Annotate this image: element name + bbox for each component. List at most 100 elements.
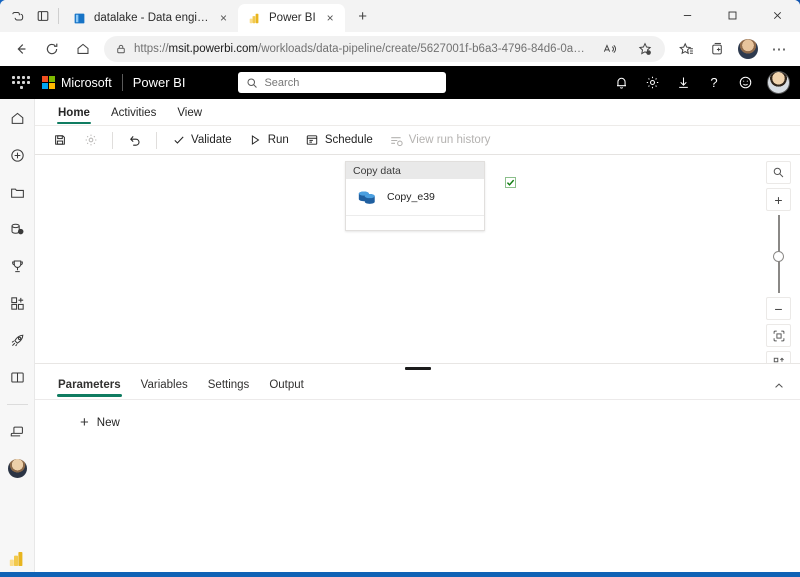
auto-layout-icon[interactable] [766,351,791,363]
product-name[interactable]: Power BI [133,75,186,90]
save-icon [52,133,67,148]
status-badge [505,177,516,188]
close-button[interactable] [755,0,800,30]
browser-tab-datalake[interactable]: datalake - Data engineering × [63,4,238,32]
tab-view[interactable]: View [168,104,211,124]
search-placeholder: Search [264,76,300,89]
microsoft-logo[interactable]: Microsoft [42,76,112,90]
tab-title: datalake - Data engineering [94,12,209,24]
browser-tab-powerbi[interactable]: Power BI × [238,4,345,32]
sidebar-item-learn[interactable] [7,367,28,388]
zoom-slider[interactable] [766,215,791,293]
sidebar-item-onelake-data-hub[interactable] [7,219,28,240]
run-history-icon [389,133,404,148]
browser-tab-strip: datalake - Data engineering × Power BI ×… [0,0,800,32]
notifications-bell-icon[interactable] [612,74,630,92]
tab-divider [58,8,59,24]
download-icon[interactable] [674,74,692,92]
copilot-icon[interactable] [4,3,30,29]
pipeline-canvas-area[interactable]: Copy data Copy_e39 + − [35,155,800,363]
new-tab-button[interactable]: + [350,3,376,29]
add-favorite-icon[interactable] [631,36,659,62]
sidebar-item-apps[interactable] [7,293,28,314]
browser-settings-more-button[interactable]: ⋯ [765,36,793,62]
schedule-label: Schedule [324,134,373,146]
refresh-icon[interactable] [38,36,66,62]
view-run-history-label: View run history [408,134,491,146]
rail-separator [6,404,28,405]
activity-node-copy-data[interactable]: Copy data Copy_e39 [345,161,516,231]
sidebar-item-deployment-pipelines[interactable] [7,330,28,351]
rail-bottom [0,550,34,568]
undo-button[interactable] [120,128,149,152]
new-parameter-label: New [96,416,120,429]
window-controls [665,0,800,30]
sidebar-item-workspaces[interactable] [7,421,28,442]
fit-to-screen-icon[interactable] [766,324,791,347]
gear-icon [83,133,98,148]
pipeline-canvas[interactable]: Copy data Copy_e39 + − [35,155,800,363]
play-icon [248,133,263,148]
gear-icon[interactable] [643,74,661,92]
feedback-smiley-icon[interactable] [736,74,754,92]
tab-output[interactable]: Output [260,375,313,397]
save-button[interactable] [45,128,74,152]
tab-variables[interactable]: Variables [132,375,197,397]
collections-icon[interactable] [703,36,731,62]
read-aloud-icon[interactable] [596,36,624,62]
zoom-in-button[interactable]: + [766,188,791,211]
zoom-find-icon[interactable] [766,161,791,184]
splitter-grab-handle[interactable] [404,366,431,370]
undo-icon [127,133,142,148]
node-body[interactable]: Copy_e39 [346,179,484,215]
back-icon[interactable] [7,36,35,62]
global-search-box[interactable]: Search [238,72,447,93]
run-button[interactable]: Run [241,128,296,152]
app-launcher-icon[interactable] [10,76,32,89]
canvas-zoom-controls: + − [766,161,791,363]
bottom-panel-tabs: Parameters Variables Settings Output [35,372,800,400]
ribbon-tab-list: Home Activities View [35,99,800,125]
maximize-button[interactable] [710,0,755,30]
new-parameter-button[interactable]: + New [80,415,120,430]
minimize-button[interactable] [665,0,710,30]
sidebar-item-browse[interactable] [7,182,28,203]
address-bar[interactable]: https://msit.powerbi.com/workloads/data-… [104,36,665,62]
lock-icon [115,43,127,55]
tab-home[interactable]: Home [49,104,99,124]
browser-window: datalake - Data engineering × Power BI ×… [0,0,800,572]
schedule-button[interactable]: Schedule [298,128,380,152]
account-avatar[interactable] [767,71,790,94]
favorites-icon[interactable] [672,36,700,62]
zoom-out-button[interactable]: − [766,297,791,320]
tab-activities[interactable]: Activities [102,104,165,124]
tab-settings[interactable]: Settings [199,375,259,397]
browser-profile-avatar[interactable] [734,36,762,62]
tab-close-icon[interactable]: × [323,11,338,26]
bottom-panel: Parameters Variables Settings Output + N… [35,372,800,572]
panel-splitter[interactable] [35,363,800,372]
settings-button[interactable] [76,128,105,152]
zoom-slider-thumb[interactable] [773,251,784,262]
appbar-actions: ? [612,71,790,94]
address-url: https://msit.powerbi.com/workloads/data-… [134,43,589,55]
tab-close-icon[interactable]: × [216,11,231,26]
chevron-up-icon[interactable] [770,378,788,394]
sidebar-item-create[interactable] [7,145,28,166]
powerbi-logo [9,550,25,568]
view-run-history-button[interactable]: View run history [382,128,498,152]
pipeline-toolbar: Validate Run Schedule View run history [35,125,800,155]
tab-parameters[interactable]: Parameters [49,375,130,397]
sidebar-item-account[interactable] [7,458,28,479]
home-icon[interactable] [69,36,97,62]
validate-button[interactable]: Validate [164,128,239,152]
sidebar-item-home[interactable] [7,108,28,129]
help-icon[interactable]: ? [705,74,723,92]
tab-overview-icon[interactable] [30,3,56,29]
run-label: Run [267,134,289,146]
microsoft-wordmark: Microsoft [61,75,112,90]
sidebar-item-metrics[interactable] [7,256,28,277]
node-footer [346,215,484,230]
left-nav-rail [0,99,35,572]
copy-data-icon [356,187,378,207]
